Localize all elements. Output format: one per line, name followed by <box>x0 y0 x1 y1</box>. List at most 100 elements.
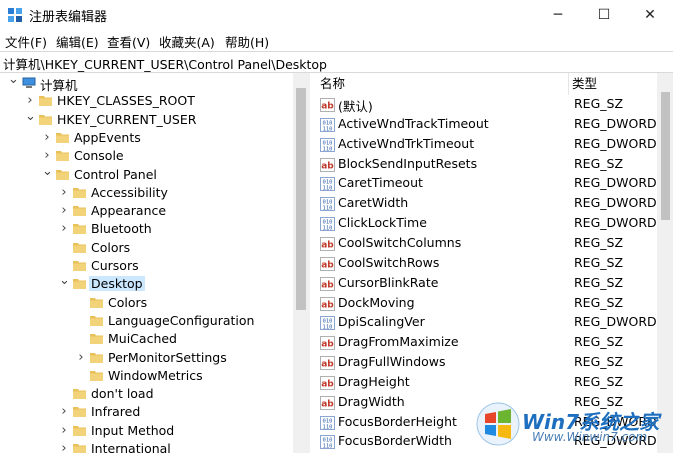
value-type: REG_DWORD <box>574 215 657 231</box>
tree-node[interactable]: › Accessibility <box>0 184 293 202</box>
chevron-right-icon[interactable]: › <box>59 186 69 199</box>
tree-node[interactable]: › Appearance <box>0 202 293 220</box>
tree-node-label: Colors <box>91 239 131 255</box>
windows-logo-icon <box>476 402 520 446</box>
minimize-button[interactable]: ─ <box>535 0 581 30</box>
tree-node[interactable]: Colors <box>0 294 293 312</box>
menu-help[interactable]: 帮助(H) <box>225 32 269 51</box>
chevron-down-icon[interactable]: ⌄ <box>42 165 53 181</box>
value-row[interactable]: ab BlockSendInputResets REG_SZ <box>316 154 657 174</box>
folder-icon <box>90 297 103 308</box>
tree-node-label: Control Panel <box>74 166 157 182</box>
value-list[interactable]: 名称 类型 ab (默认) REG_SZ 010 110 ActiveWndTrackTi… <box>316 73 657 453</box>
value-row[interactable]: 010 110 CaretTimeout REG_DWORD <box>316 173 657 193</box>
tree-node[interactable]: ⌄ Desktop <box>0 274 293 293</box>
tree-node[interactable]: › HKEY_CLASSES_ROOT <box>0 92 293 110</box>
tree-node[interactable]: › International <box>0 440 293 453</box>
tree-node-label: HKEY_CURRENT_USER <box>57 111 197 127</box>
column-header-type[interactable]: 类型 <box>572 73 657 95</box>
value-row[interactable]: ab (默认) REG_SZ <box>316 94 657 114</box>
value-name: ClickLockTime <box>338 215 427 231</box>
list-scrollbar-thumb[interactable] <box>661 92 670 220</box>
value-row[interactable]: 010 110 ClickLockTime REG_DWORD <box>316 213 657 233</box>
binary-value-icon: 010 110 <box>320 117 335 132</box>
value-type: REG_SZ <box>574 155 624 171</box>
svg-text:ab: ab <box>321 161 334 171</box>
column-header-name[interactable]: 名称 <box>320 73 569 95</box>
folder-icon <box>39 114 52 125</box>
value-type: REG_DWORD <box>574 135 657 151</box>
chevron-right-icon[interactable]: › <box>59 442 69 453</box>
tree-node-label: MuiCached <box>108 331 177 347</box>
value-name: DragFromMaximize <box>338 334 459 350</box>
value-row[interactable]: 010 110 ActiveWndTrkTimeout REG_DWORD <box>316 134 657 154</box>
chevron-right-icon[interactable]: › <box>59 222 69 235</box>
value-row[interactable]: ab DragFullWindows REG_SZ <box>316 352 657 372</box>
value-row[interactable]: ab DragFromMaximize REG_SZ <box>316 332 657 352</box>
tree-node[interactable]: › Input Method <box>0 422 293 440</box>
value-row[interactable]: ab DockMoving REG_SZ <box>316 293 657 313</box>
svg-text:ab: ab <box>321 102 334 112</box>
chevron-right-icon[interactable]: › <box>76 351 86 364</box>
tree-node[interactable]: ⌄ HKEY_CURRENT_USER <box>0 110 293 129</box>
maximize-button[interactable]: ☐ <box>581 0 627 30</box>
folder-icon <box>90 352 103 363</box>
value-name: ActiveWndTrkTimeout <box>338 135 475 151</box>
value-row[interactable]: ab CursorBlinkRate REG_SZ <box>316 273 657 293</box>
chevron-down-icon[interactable]: ⌄ <box>8 73 19 89</box>
chevron-right-icon[interactable]: › <box>59 405 69 418</box>
tree-node[interactable]: › PerMonitorSettings <box>0 349 293 367</box>
svg-text:110: 110 <box>323 424 333 430</box>
tree-scrollbar-thumb[interactable] <box>296 88 306 310</box>
svg-text:110: 110 <box>323 186 333 192</box>
chevron-down-icon[interactable]: ⌄ <box>25 110 36 126</box>
tree-node[interactable]: › Bluetooth <box>0 220 293 238</box>
svg-text:ab: ab <box>321 240 334 250</box>
tree-node[interactable]: ⌄ Control Panel <box>0 165 293 184</box>
title-bar: 注册表编辑器 ─ ☐ ✕ <box>0 0 673 30</box>
tree-node[interactable]: › AppEvents <box>0 129 293 147</box>
chevron-right-icon[interactable]: › <box>42 149 52 162</box>
tree-node-label: don't load <box>91 386 154 402</box>
tree-node[interactable]: Cursors <box>0 257 293 275</box>
folder-icon <box>73 388 86 400</box>
tree-node[interactable]: LanguageConfiguration <box>0 312 293 330</box>
chevron-down-icon[interactable]: ⌄ <box>59 274 70 290</box>
binary-value-icon: 010 110 <box>320 315 335 331</box>
tree-node[interactable]: don't load <box>0 385 293 403</box>
menu-edit[interactable]: 编辑(E) <box>56 32 99 51</box>
value-row[interactable]: 010 110 CaretWidth REG_DWORD <box>316 193 657 213</box>
tree-node[interactable]: ⌄ 计算机 <box>0 73 293 93</box>
key-tree[interactable]: ⌄ 计算机 › HKEY_CLASSES_ROOT ⌄ HKEY_CURRENT_USER… <box>0 73 293 453</box>
chevron-right-icon[interactable]: › <box>59 204 69 217</box>
chevron-right-icon[interactable]: › <box>25 94 35 107</box>
folder-icon <box>73 443 86 453</box>
tree-node[interactable]: › Infrared <box>0 403 293 421</box>
tree-node[interactable]: Colors <box>0 239 293 257</box>
value-name: FocusBorderHeight <box>338 413 457 429</box>
tree-node[interactable]: › Console <box>0 147 293 165</box>
svg-text:110: 110 <box>323 206 333 212</box>
menu-file[interactable]: 文件(F) <box>5 32 47 51</box>
menu-view[interactable]: 查看(V) <box>107 32 150 51</box>
string-value-icon: ab <box>320 236 335 251</box>
chevron-right-icon[interactable]: › <box>42 131 52 144</box>
address-path[interactable]: 计算机\HKEY_CURRENT_USER\Control Panel\Desk… <box>3 54 327 73</box>
value-row[interactable]: ab DragHeight REG_SZ <box>316 372 657 392</box>
string-value-icon: ab <box>320 375 335 390</box>
value-name: CoolSwitchRows <box>338 254 440 270</box>
value-row[interactable]: ab CoolSwitchRows REG_SZ <box>316 253 657 273</box>
value-type: REG_SZ <box>574 354 624 370</box>
menu-favorites[interactable]: 收藏夹(A) <box>159 32 215 51</box>
close-button[interactable]: ✕ <box>627 0 673 30</box>
value-row[interactable]: ab CoolSwitchColumns REG_SZ <box>316 233 657 253</box>
tree-node-label: Cursors <box>91 258 139 273</box>
address-bar[interactable]: 计算机\HKEY_CURRENT_USER\Control Panel\Desk… <box>0 51 673 73</box>
value-type: REG_SZ <box>574 373 624 389</box>
value-row[interactable]: 010 110 DpiScalingVer REG_DWORD <box>316 312 657 332</box>
tree-node[interactable]: WindowMetrics <box>0 367 293 385</box>
value-type: REG_SZ <box>574 274 624 290</box>
chevron-right-icon[interactable]: › <box>59 424 69 437</box>
tree-node[interactable]: MuiCached <box>0 330 293 348</box>
value-row[interactable]: 010 110 ActiveWndTrackTimeout REG_DWORD <box>316 114 657 134</box>
